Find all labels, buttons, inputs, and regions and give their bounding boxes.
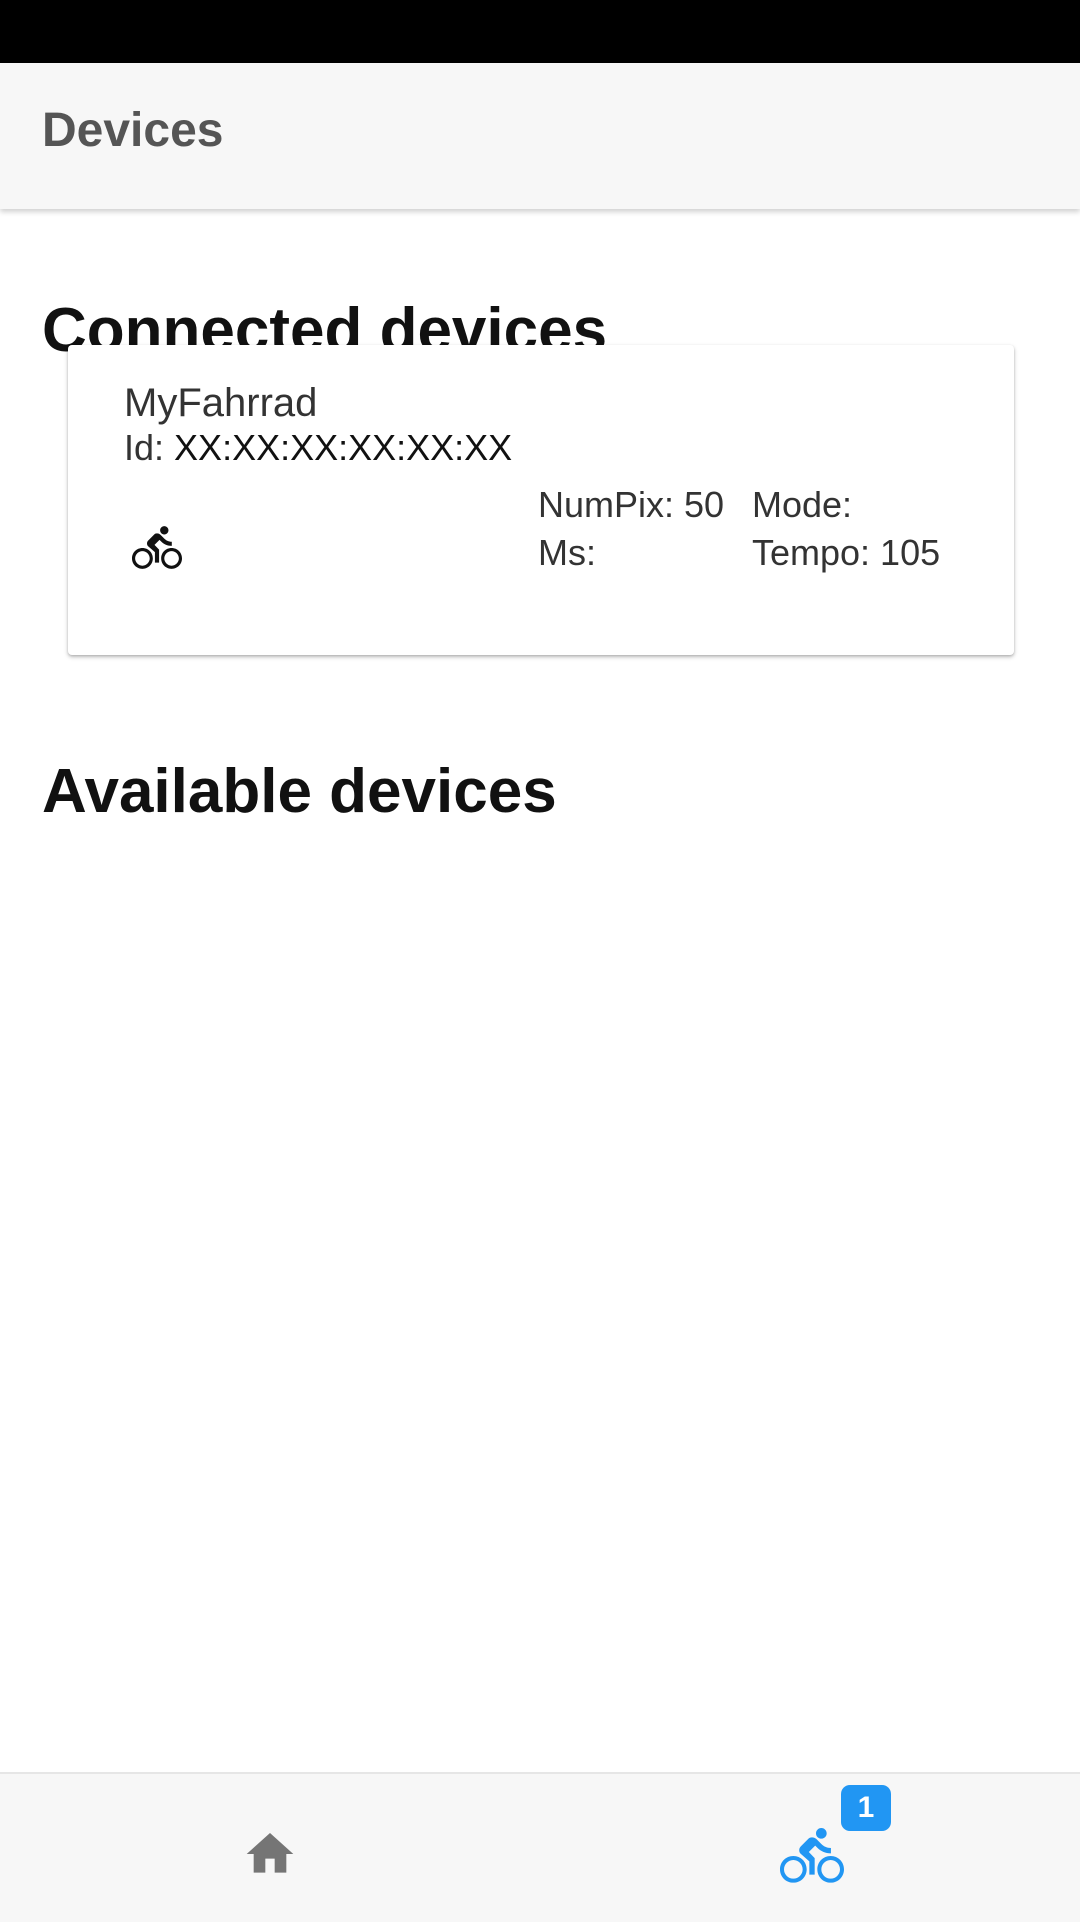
bike-icon <box>780 1828 844 1883</box>
device-id: Id: XX:XX:XX:XX:XX:XX <box>124 430 512 466</box>
status-bar <box>0 0 1080 63</box>
nav-home[interactable] <box>0 1774 540 1922</box>
app-bar: Devices <box>0 63 1080 209</box>
mode-value: Mode: <box>752 484 853 525</box>
notification-badge: 1 <box>841 1785 891 1831</box>
ms-value: Ms: <box>538 532 596 573</box>
bike-icon <box>132 526 182 569</box>
available-devices-heading: Available devices <box>42 757 557 827</box>
device-id-value: XX:XX:XX:XX:XX:XX <box>174 427 513 468</box>
device-card[interactable]: MyFahrrad Id: XX:XX:XX:XX:XX:XX NumPix: … <box>68 345 1014 655</box>
bottom-navigation: 1 <box>0 1772 1080 1922</box>
nav-devices[interactable]: 1 <box>540 1774 1080 1922</box>
page-title: Devices <box>42 104 224 157</box>
numpix-value: NumPix: 50 <box>538 484 725 525</box>
device-name: MyFahrrad <box>124 381 318 425</box>
home-icon <box>246 1833 294 1873</box>
device-id-label: Id: <box>124 427 165 468</box>
tempo-value: Tempo: 105 <box>752 532 941 573</box>
